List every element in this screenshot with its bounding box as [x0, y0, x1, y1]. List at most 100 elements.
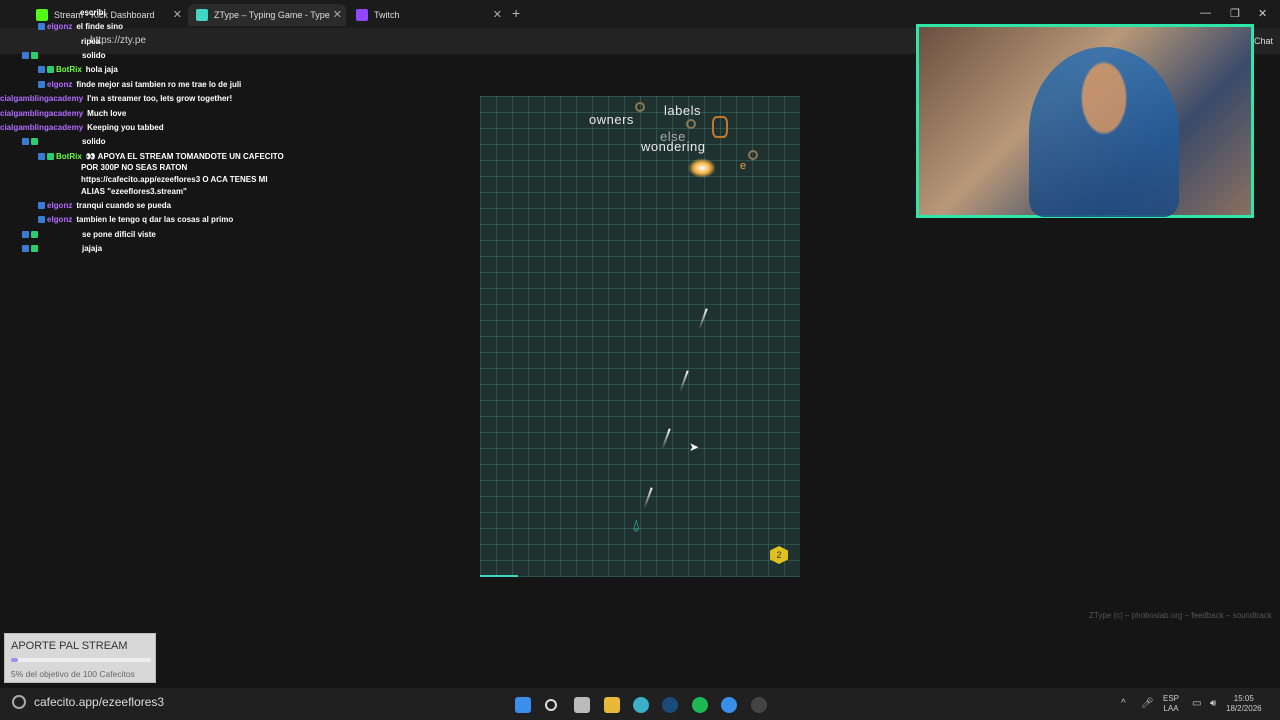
close-icon[interactable]: ✕ — [333, 8, 342, 21]
spotify-icon[interactable] — [692, 697, 708, 713]
taskbar-url: cafecito.app/ezeeflores3 — [34, 695, 165, 709]
donation-progress-fill — [11, 658, 18, 662]
enemy-word: e — [740, 160, 747, 172]
network-icon[interactable]: ▭ — [1192, 699, 1201, 709]
chat-username: cialgamblingacademy — [0, 94, 84, 103]
chat-message: ALIAS "ezeeflores3.stream" — [81, 187, 187, 196]
chat-text: tambien le tengo q dar las cosas al prim… — [76, 215, 234, 224]
maximize-icon[interactable]: ❐ — [1230, 7, 1240, 20]
explosion-icon — [688, 158, 716, 178]
chat-text: I'm a streamer too, lets grow together! — [87, 94, 233, 103]
volume-icon[interactable]: 🔊︎ — [1210, 699, 1216, 709]
chat-text: finde mejor asi tambien ro me trae lo de… — [76, 80, 242, 89]
chat-message: https://cafecito.app/ezeeflores3 O ACA T… — [81, 175, 268, 184]
mod-badge-icon — [38, 202, 45, 209]
language-code: ESP — [1163, 694, 1180, 703]
chat-text: ripea — [81, 37, 101, 46]
chat-username: BotRix — [56, 65, 82, 74]
chat-text: https://cafecito.app/ezeeflores3 O ACA T… — [81, 175, 268, 184]
sub-badge-icon — [31, 52, 38, 59]
tab-ztype[interactable]: ZType – Typing Game - Type to Sh ✕ — [188, 4, 346, 26]
chat-text: el finde sino — [76, 22, 124, 31]
chat-text: jajaja — [82, 244, 103, 253]
mod-badge-icon — [38, 81, 45, 88]
chat-message: BotRix hola jaja — [38, 65, 118, 74]
chat-message: escribi — [48, 8, 106, 17]
chat-text: solido — [82, 51, 106, 60]
chat-message: se pone dificil viste — [22, 230, 156, 239]
twitch-icon — [356, 9, 368, 21]
webcam-overlay — [916, 24, 1254, 218]
chat-text: solido — [82, 137, 106, 146]
bot-badge-icon — [47, 66, 54, 73]
chat-username: elgonz — [47, 215, 73, 224]
close-icon[interactable]: ✕ — [493, 8, 502, 21]
language-indicator[interactable]: ESP LAA — [1163, 694, 1179, 714]
streamer-avatar — [1029, 47, 1179, 217]
windows-start-icon[interactable] — [515, 697, 531, 713]
chevron-up-icon[interactable]: ^ — [1121, 699, 1126, 709]
taskbar-url-widget[interactable]: cafecito.app/ezeeflores3 — [12, 695, 164, 709]
steam-icon[interactable] — [662, 697, 678, 713]
tab-label: ZType – Typing Game - Type to Sh — [214, 10, 332, 20]
chat-text: ALIAS "ezeeflores3.stream" — [81, 187, 187, 196]
new-tab-icon[interactable]: + — [512, 5, 520, 21]
clock[interactable]: 15:05 18/2/2026 — [1226, 694, 1262, 714]
mod-badge-icon — [22, 245, 29, 252]
browser-icon[interactable] — [633, 697, 649, 713]
chat-message: elgonz finde mejor asi tambien ro me tra… — [38, 80, 241, 89]
chat-message: BotRix 👀 APOYA EL STREAM TOMANDOTE UN CA… — [38, 152, 284, 161]
chat-message: jajaja — [22, 244, 102, 253]
chat-username: elgonz — [47, 22, 73, 31]
chat-text: se pone dificil viste — [82, 230, 156, 239]
chat-text: hola jaja — [85, 65, 118, 74]
game-canvas[interactable] — [480, 96, 800, 577]
chat-username: BotRix — [56, 152, 82, 161]
enemy-ship-icon — [635, 102, 645, 112]
tab-label: Twitch — [374, 10, 400, 20]
player-ship-icon: ⍙ — [632, 516, 641, 532]
chat-text: POR 300P NO SEAS RATON — [81, 163, 188, 172]
tab-twitch[interactable]: Twitch ✕ — [348, 4, 506, 26]
task-view-icon[interactable] — [574, 697, 590, 713]
chat-message: solido — [22, 51, 106, 60]
game-footer-links[interactable]: ZType (c) – phoboslab.org – feedback – s… — [1089, 611, 1272, 620]
ztype-icon — [196, 9, 208, 21]
donation-title: APORTE PAL STREAM — [11, 640, 128, 652]
chat-text: tranqui cuando se pueda — [76, 201, 172, 210]
chat-message: ripea — [81, 37, 100, 46]
globe-icon — [12, 695, 26, 709]
chat-username: cialgamblingacademy — [0, 123, 84, 132]
mouse-cursor-icon: ➤ — [689, 440, 700, 454]
microphone-icon[interactable]: 🎤︎ — [1141, 699, 1154, 709]
chat-button[interactable]: Chat — [1254, 36, 1273, 46]
app-icon[interactable] — [721, 697, 737, 713]
close-window-icon[interactable]: ✕ — [1258, 7, 1267, 20]
minimize-icon[interactable]: — — [1200, 7, 1211, 19]
file-explorer-icon[interactable] — [604, 697, 620, 713]
chat-message: elgonz tambien le tengo q dar las cosas … — [38, 215, 233, 224]
chat-message: elgonz tranqui cuando se pueda — [38, 201, 171, 210]
mod-badge-icon — [38, 216, 45, 223]
level-progress-bar — [480, 575, 518, 577]
chat-message: POR 300P NO SEAS RATON — [81, 163, 187, 172]
donation-widget: APORTE PAL STREAM 5% del objetivo de 100… — [4, 633, 156, 683]
kick-icon — [36, 9, 48, 21]
chat-message: elgonz el finde sino — [38, 22, 123, 31]
mod-badge-icon — [38, 23, 45, 30]
chat-text: Much love — [87, 109, 127, 118]
chat-message: solido — [22, 137, 106, 146]
enemy-word: labels — [664, 103, 701, 118]
search-icon[interactable] — [545, 699, 557, 711]
chat-text: Keeping you tabbed — [87, 123, 164, 132]
chat-message: cialgamblingacademy I'm a streamer too, … — [0, 94, 232, 103]
chat-username: elgonz — [47, 80, 73, 89]
mod-badge-icon — [22, 52, 29, 59]
enemy-word: wondering — [641, 139, 706, 154]
chat-text: 👀 APOYA EL STREAM TOMANDOTE UN CAFECITO — [85, 152, 284, 161]
close-icon[interactable]: ✕ — [173, 8, 182, 21]
chat-text: escribi — [80, 8, 106, 17]
mod-badge-icon — [22, 138, 29, 145]
mod-badge-icon — [22, 231, 29, 238]
obs-icon[interactable] — [751, 697, 767, 713]
